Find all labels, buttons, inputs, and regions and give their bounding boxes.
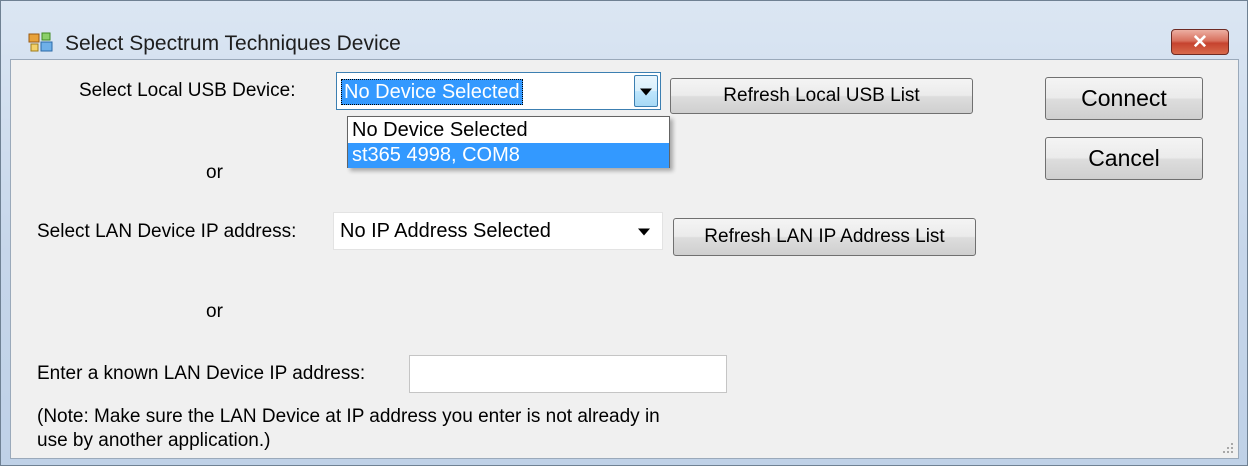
lan-selected-value: No IP Address Selected — [340, 220, 551, 242]
usb-option-none[interactable]: No Device Selected — [348, 118, 669, 143]
refresh-lan-button[interactable]: Refresh LAN IP Address List — [673, 218, 976, 256]
close-button[interactable]: ✕ — [1171, 29, 1229, 55]
window-title: Select Spectrum Techniques Device — [65, 32, 401, 55]
app-window-icon — [28, 32, 53, 52]
or-separator-2: or — [206, 301, 223, 322]
chevron-down-icon — [640, 88, 652, 96]
usb-dropdown-button[interactable] — [634, 75, 658, 107]
dialog-window: Select Spectrum Techniques Device ✕ Sele… — [0, 0, 1248, 466]
usb-option-st365[interactable]: st365 4998, COM8 — [348, 143, 669, 168]
title-bar[interactable]: Select Spectrum Techniques Device ✕ — [1, 1, 1247, 59]
manual-ip-label: Enter a known LAN Device IP address: — [37, 363, 366, 384]
manual-ip-field[interactable] — [409, 355, 727, 393]
usb-device-label: Select Local USB Device: — [79, 80, 296, 101]
lan-device-label: Select LAN Device IP address: — [37, 221, 297, 242]
lan-ip-select[interactable]: No IP Address Selected — [333, 212, 663, 250]
or-separator-1: or — [206, 162, 223, 183]
usb-selected-value: No Device Selected — [341, 79, 523, 105]
chevron-down-icon — [638, 228, 650, 236]
note-line-2: use by another application.) — [37, 430, 271, 451]
close-icon: ✕ — [1192, 32, 1208, 53]
dialog-client-area: Select Local USB Device: No Device Selec… — [10, 59, 1239, 459]
connect-button[interactable]: Connect — [1045, 77, 1203, 120]
cancel-button[interactable]: Cancel — [1045, 137, 1203, 180]
usb-dropdown-list: No Device Selected st365 4998, COM8 — [347, 116, 670, 168]
refresh-usb-button[interactable]: Refresh Local USB List — [670, 78, 973, 114]
note-line-1: (Note: Make sure the LAN Device at IP ad… — [37, 406, 660, 427]
lan-dropdown-button[interactable] — [632, 213, 656, 249]
resize-grip-icon[interactable] — [1220, 440, 1234, 454]
usb-device-select[interactable]: No Device Selected — [336, 72, 661, 110]
